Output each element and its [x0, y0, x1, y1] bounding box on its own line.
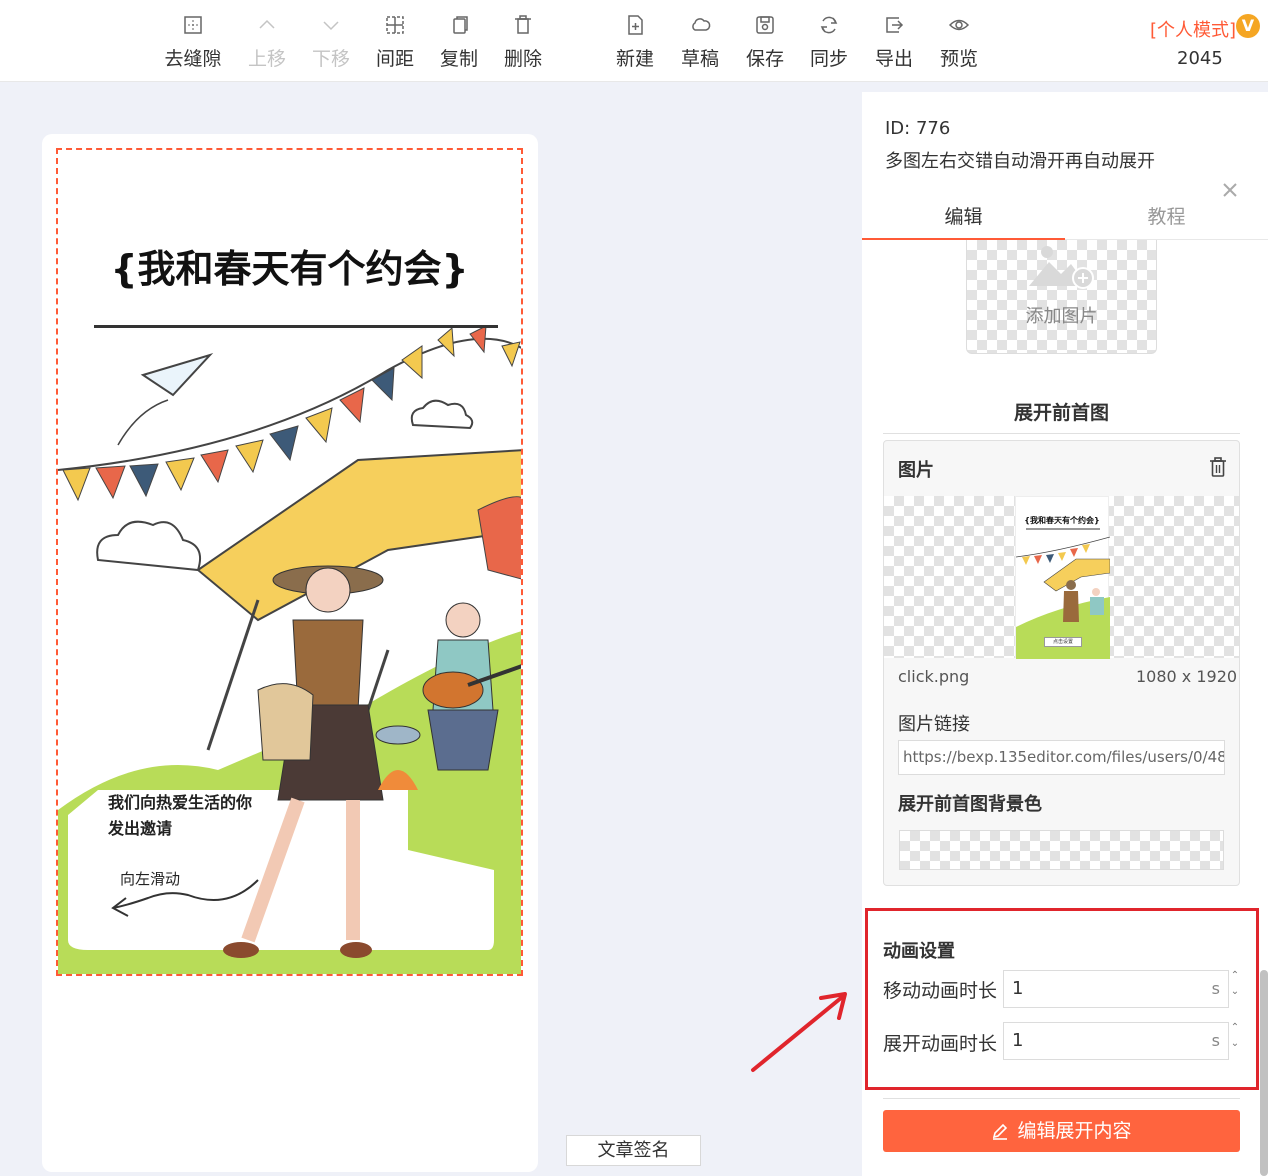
edit-expanded-content-button[interactable]: 编辑展开内容	[883, 1110, 1240, 1152]
poster-selected-block[interactable]: {我和春天有个约会} 我们向热爱生活的你 发出邀请 向左滑动	[56, 148, 523, 976]
save-icon	[754, 14, 776, 36]
toolbar-label: 同步	[809, 48, 848, 70]
toolbar-move-down-button[interactable]: 下移	[299, 14, 363, 71]
sync-icon	[818, 14, 840, 36]
move-duration-value: 1	[1012, 978, 1024, 999]
expand-duration-value: 1	[1012, 1030, 1024, 1051]
move-duration-unit: s	[1211, 979, 1220, 998]
toolbar-save-button[interactable]: 保存	[733, 14, 797, 71]
background-color-label: 展开前首图背景色	[898, 794, 1042, 815]
animation-settings-title: 动画设置	[883, 941, 955, 962]
expand-duration-stepper[interactable]: ⌃ ⌄	[1229, 1020, 1241, 1052]
toolbar-new-button[interactable]: 新建	[603, 14, 667, 71]
toolbar-copy-button[interactable]: 复制	[427, 14, 491, 71]
copy-icon	[448, 14, 470, 36]
poster-invite-text: 我们向热爱生活的你 发出邀请	[108, 790, 252, 842]
chevron-up-icon	[256, 14, 278, 36]
image-link-label: 图片链接	[898, 714, 970, 735]
vip-badge: V	[1236, 14, 1260, 38]
poster-divider	[94, 325, 498, 328]
chevron-down-icon	[320, 14, 342, 36]
trash-icon	[512, 14, 534, 36]
move-duration-input[interactable]: 1 s	[1003, 970, 1229, 1008]
template-name: 多图左右交错自动滑开再自动展开	[885, 151, 1155, 172]
toolbar-export-button[interactable]: 导出	[862, 14, 926, 71]
toolbar-delete-button[interactable]: 删除	[491, 14, 555, 71]
toolbar-label: 新建	[615, 48, 654, 70]
export-icon	[883, 14, 905, 36]
user-count: 2045	[1177, 48, 1223, 69]
toolbar-label: 复制	[439, 48, 478, 70]
move-duration-label: 移动动画时长	[883, 980, 998, 1002]
poster-invite-line-1: 我们向热爱生活的你	[108, 793, 253, 812]
image-link-input[interactable]: https://bexp.135editor.com/files/users/0…	[898, 740, 1225, 775]
tab-edit[interactable]: 编辑	[862, 196, 1065, 240]
pencil-icon	[993, 1123, 1008, 1140]
expand-duration-label: 展开动画时长	[883, 1033, 998, 1055]
image-add-icon	[1029, 246, 1094, 289]
image-thumbnail: {我和春天有个约会} 点击设置	[1015, 496, 1110, 659]
annotation-arrow	[751, 992, 847, 1072]
toolbar-label: 删除	[503, 48, 542, 70]
panel-scrollbar[interactable]	[1260, 970, 1268, 1176]
poster-invite-line-2: 发出邀请	[108, 819, 173, 838]
toolbar-preview-button[interactable]: 预览	[927, 14, 991, 71]
thumbnail-button: 点击设置	[1044, 637, 1082, 647]
cloud-icon	[689, 14, 711, 36]
toolbar-remove-gap-button[interactable]: 去缝隙	[161, 14, 225, 71]
file-name: click.png	[898, 667, 970, 686]
toolbar-label: 导出	[874, 48, 913, 70]
poster-swipe-hint: 向左滑动	[120, 870, 181, 888]
toolbar-label: 保存	[745, 48, 784, 70]
template-id: ID: 776	[885, 118, 951, 139]
article-signature-button[interactable]: 文章签名	[566, 1135, 701, 1166]
toolbar: 去缝隙 上移 下移 间距 复制 删除 新建 草稿 保存 同步 导出 预览 [个人…	[0, 0, 1268, 82]
file-dimensions: 1080 x 1920	[1136, 667, 1238, 686]
toolbar-draft-button[interactable]: 草稿	[668, 14, 732, 71]
toolbar-label: 间距	[375, 48, 414, 70]
divider	[883, 1098, 1240, 1099]
image-card-title: 图片	[898, 460, 934, 481]
thumbnail-title: {我和春天有个约会}	[1024, 516, 1100, 525]
chevron-up-icon[interactable]: ⌃	[1229, 1020, 1241, 1036]
toolbar-move-up-button[interactable]: 上移	[235, 14, 299, 71]
move-duration-stepper[interactable]: ⌃ ⌄	[1229, 968, 1241, 1000]
tab-tutorial[interactable]: 教程	[1065, 196, 1268, 240]
toolbar-spacing-button[interactable]: 间距	[363, 14, 427, 71]
expand-duration-input[interactable]: 1 s	[1003, 1022, 1229, 1060]
panel-tabs: 编辑 教程	[862, 196, 1268, 240]
background-color-picker[interactable]	[899, 830, 1224, 870]
add-image-label: 添加图片	[1025, 306, 1098, 327]
toolbar-label: 去缝隙	[164, 48, 222, 70]
add-image-button[interactable]: 添加图片	[966, 240, 1157, 354]
chevron-down-icon[interactable]: ⌄	[1229, 1036, 1241, 1052]
toolbar-label: 上移	[247, 48, 286, 70]
section-title: 展开前首图	[883, 398, 1240, 434]
personal-mode-link[interactable]: [个人模式]	[1150, 16, 1236, 42]
toolbar-label: 下移	[311, 48, 350, 70]
toolbar-label: 草稿	[680, 48, 719, 70]
eye-icon	[948, 14, 970, 36]
trash-icon[interactable]	[1208, 456, 1228, 478]
chevron-down-icon[interactable]: ⌄	[1229, 984, 1241, 1000]
new-file-icon	[624, 14, 646, 36]
edit-button-label: 编辑展开内容	[1017, 1120, 1132, 1142]
poster-title: {我和春天有个约会}	[110, 247, 469, 291]
grid-icon	[182, 14, 204, 36]
toolbar-label: 预览	[939, 48, 978, 70]
chevron-up-icon[interactable]: ⌃	[1229, 968, 1241, 984]
spacing-icon	[384, 14, 406, 36]
expand-duration-unit: s	[1211, 1031, 1220, 1050]
toolbar-sync-button[interactable]: 同步	[797, 14, 861, 71]
